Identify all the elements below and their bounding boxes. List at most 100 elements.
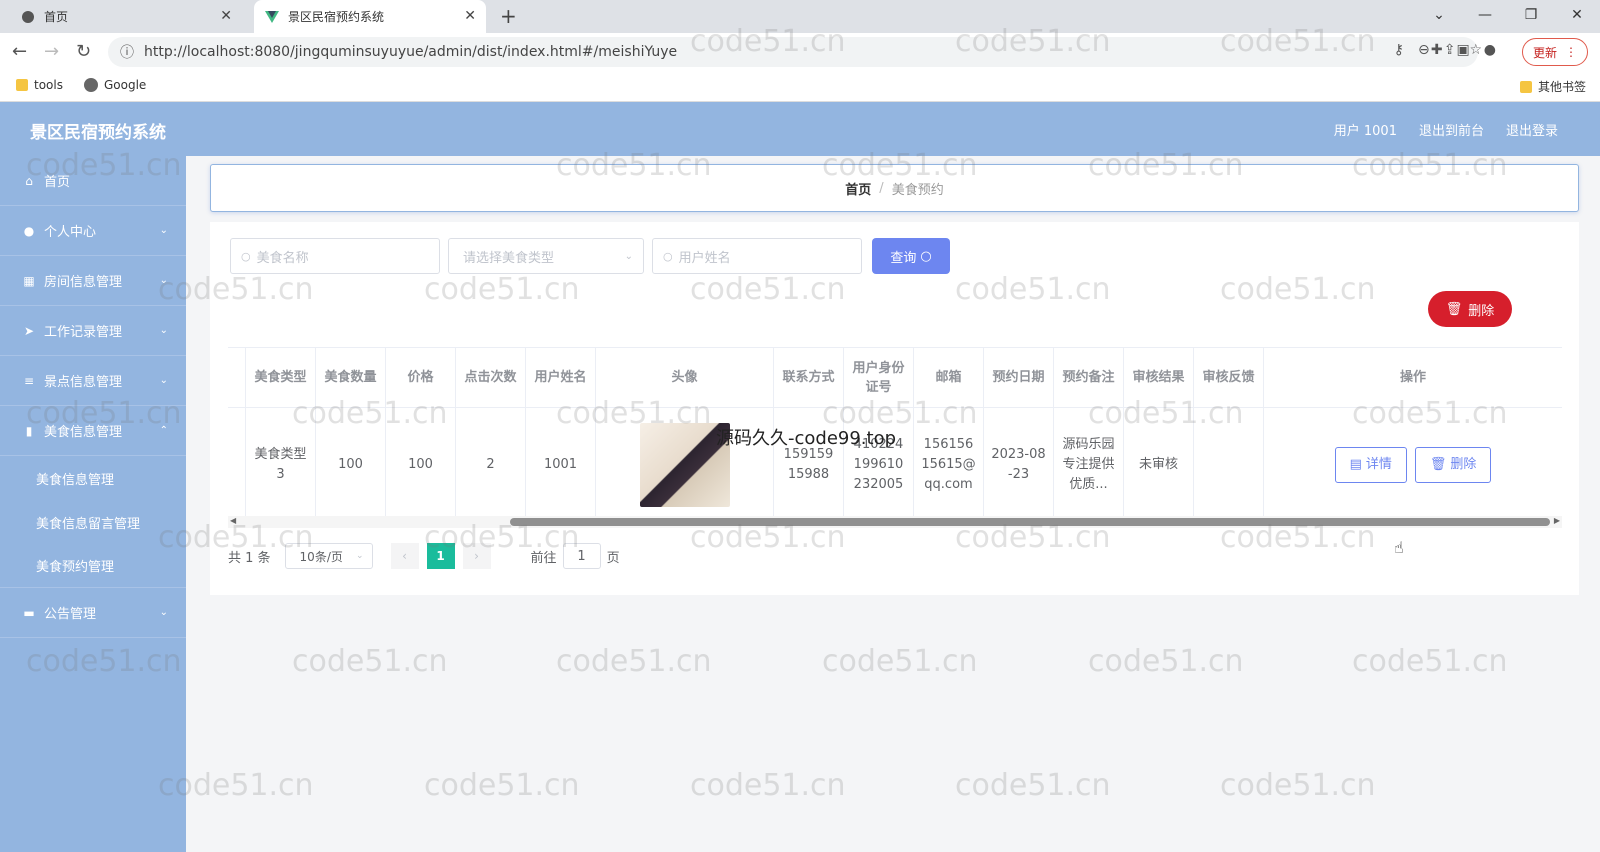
scroll-left-icon[interactable]: ◀ <box>230 516 236 525</box>
cell-idcard: 410224199610232005 <box>844 408 914 521</box>
document-icon: ▤ <box>1349 456 1362 472</box>
sidebar-item-rooms[interactable]: ▦ 房间信息管理 ⌄ <box>0 256 186 306</box>
bookmark-google[interactable]: Google <box>84 78 146 92</box>
table-header: 联系方式 <box>774 348 844 408</box>
prev-page-button[interactable]: ‹ <box>390 543 419 569</box>
new-tab-button[interactable]: + <box>500 4 517 28</box>
back-button[interactable]: ← <box>12 41 27 62</box>
table-header: 头像 <box>596 348 774 408</box>
cell-actions: ▤ 详情 🗑 删除 <box>1264 408 1562 521</box>
sidebar-item-label: 景点信息管理 <box>44 375 123 390</box>
close-window-button[interactable]: ✕ <box>1554 0 1600 30</box>
cell-audit: 未审核 <box>1124 408 1194 521</box>
breadcrumb-home[interactable]: 首页 <box>845 179 871 198</box>
chevron-down-icon: ⌄ <box>159 225 168 236</box>
query-button[interactable]: 查询 ○ <box>872 238 950 274</box>
watermark: code51.cn <box>424 768 580 803</box>
update-button[interactable]: 更新 ⋮ <box>1521 38 1588 66</box>
puzzle-icon[interactable]: ✚ <box>1431 42 1443 58</box>
pagination: 共 1 条 10条/页 ⌄ ‹ 1 › 前往 1 页 <box>228 542 620 570</box>
browser-tab-home[interactable]: 首页 ✕ <box>10 0 242 33</box>
batch-delete-button[interactable]: 🗑 删除 <box>1428 291 1512 327</box>
sidebar-item-profile[interactable]: ● 个人中心 ⌄ <box>0 206 186 256</box>
bookmarks-bar: tools Google 其他书签 <box>0 71 1600 102</box>
tab-label: 景区民宿预约系统 <box>288 10 385 24</box>
trash-icon: 🗑 <box>1429 456 1447 472</box>
row-delete-button[interactable]: 🗑 删除 <box>1414 446 1492 483</box>
table-header: 用户姓名 <box>526 348 596 408</box>
other-bookmarks[interactable]: 其他书签 <box>1520 78 1586 95</box>
sidebar-subitem-food-comments[interactable]: 美食信息留言管理 <box>0 500 186 544</box>
sidebar-item-label: 美食信息管理 <box>44 425 123 440</box>
logout-link[interactable]: 退出登录 <box>1506 120 1558 139</box>
menu-dots-icon: ⋮ <box>1565 45 1577 59</box>
sidebar-item-label: 工作记录管理 <box>44 325 123 340</box>
sidebar-item-label: 公告管理 <box>44 607 97 622</box>
goto-page-input[interactable]: 1 <box>562 543 601 569</box>
home-icon: ⌂ <box>25 173 33 188</box>
chevron-down-icon[interactable]: ⌄ <box>1416 0 1462 30</box>
browser-tab-app[interactable]: 景区民宿预约系统 ✕ <box>254 0 486 33</box>
update-label: 更新 <box>1532 45 1557 60</box>
address-bar[interactable]: ⓘ http://localhost:8080/jingquminsuyuyue… <box>108 37 1478 67</box>
detail-button[interactable]: ▤ 详情 <box>1334 446 1407 483</box>
sidebar-item-food[interactable]: ▮ 美食信息管理 ⌃ <box>0 406 186 456</box>
bookmark-tools[interactable]: tools <box>16 78 63 92</box>
restore-button[interactable]: ❐ <box>1508 0 1554 30</box>
avatar[interactable] <box>639 422 730 507</box>
sidepanel-icon[interactable]: ▣ <box>1457 42 1470 58</box>
search-icon: ○ <box>920 248 932 264</box>
profile-icon[interactable]: ● <box>1484 42 1496 58</box>
bookmark-label: Google <box>104 78 147 92</box>
key-icon[interactable]: ⚷ <box>1394 42 1404 58</box>
chevron-down-icon: ⌄ <box>159 325 168 336</box>
cell-note: 源码乐园专注提供优质... <box>1054 408 1124 521</box>
food-type-select[interactable]: 请选择美食类型 ⌄ <box>448 238 644 274</box>
sidebar-subitem-food-info[interactable]: 美食信息管理 <box>0 456 186 500</box>
forward-button[interactable]: → <box>44 41 59 62</box>
cell-type: 美食类型3 <box>246 408 316 521</box>
goto-label: 前往 <box>530 550 557 566</box>
url-text: http://localhost:8080/jingquminsuyuyue/a… <box>144 44 678 60</box>
detail-label: 详情 <box>1365 456 1392 472</box>
user-icon: ● <box>23 223 35 238</box>
row-select[interactable] <box>228 408 246 521</box>
pointer-cursor-icon: ☝ <box>1394 538 1404 557</box>
cell-username: 1001 <box>526 408 596 521</box>
chevron-down-icon: ⌄ <box>159 375 168 386</box>
current-user: 用户 1001 <box>1333 124 1397 139</box>
user-name-input[interactable]: ○ 用户姓名 <box>652 238 862 274</box>
horizontal-scrollbar[interactable]: ◀ ▶ <box>228 516 1562 528</box>
table-header: 审核结果 <box>1124 348 1194 408</box>
content-panel: ○ 美食名称 请选择美食类型 ⌄ ○ 用户姓名 查询 ○ 🗑 删除 美食类型 美… <box>210 222 1579 595</box>
scrollbar-thumb[interactable] <box>510 518 1550 526</box>
zoom-icon[interactable]: ⊖ <box>1418 42 1430 58</box>
trash-icon: 🗑 <box>1445 301 1463 317</box>
globe-icon <box>84 78 98 92</box>
sidebar-item-home[interactable]: ⌂ 首页 <box>0 156 186 206</box>
sidebar-item-attractions[interactable]: ≡ 景点信息管理 ⌄ <box>0 356 186 406</box>
next-page-button[interactable]: › <box>462 543 491 569</box>
app-header: 景区民宿预约系统 用户 1001 退出到前台 退出登录 <box>0 102 1600 156</box>
window-controls: ⌄ — ❐ ✕ <box>1416 0 1600 30</box>
scroll-right-icon[interactable]: ▶ <box>1554 516 1560 525</box>
page-size-select[interactable]: 10条/页 ⌄ <box>284 543 373 569</box>
sidebar-item-notices[interactable]: ▬ 公告管理 ⌄ <box>0 588 186 638</box>
info-icon[interactable]: ⓘ <box>120 42 134 62</box>
sidebar-subitem-food-booking[interactable]: 美食预约管理 <box>0 544 186 588</box>
folder-icon <box>16 79 28 91</box>
close-icon[interactable]: ✕ <box>220 8 232 24</box>
breadcrumb-current: 美食预约 <box>891 182 944 198</box>
cell-price: 100 <box>386 408 456 521</box>
cell-quantity: 100 <box>316 408 386 521</box>
minimize-button[interactable]: — <box>1462 0 1508 30</box>
watermark: code51.cn <box>292 644 448 679</box>
sidebar-item-label: 个人中心 <box>44 225 97 240</box>
close-icon[interactable]: ✕ <box>464 8 476 24</box>
reload-button[interactable]: ↻ <box>76 41 91 62</box>
food-name-input[interactable]: ○ 美食名称 <box>230 238 440 274</box>
sidebar-item-work-records[interactable]: ➤ 工作记录管理 ⌄ <box>0 306 186 356</box>
page-number-current[interactable]: 1 <box>426 543 455 569</box>
table-header-select[interactable] <box>228 348 246 408</box>
exit-front-link[interactable]: 退出到前台 <box>1419 120 1484 139</box>
